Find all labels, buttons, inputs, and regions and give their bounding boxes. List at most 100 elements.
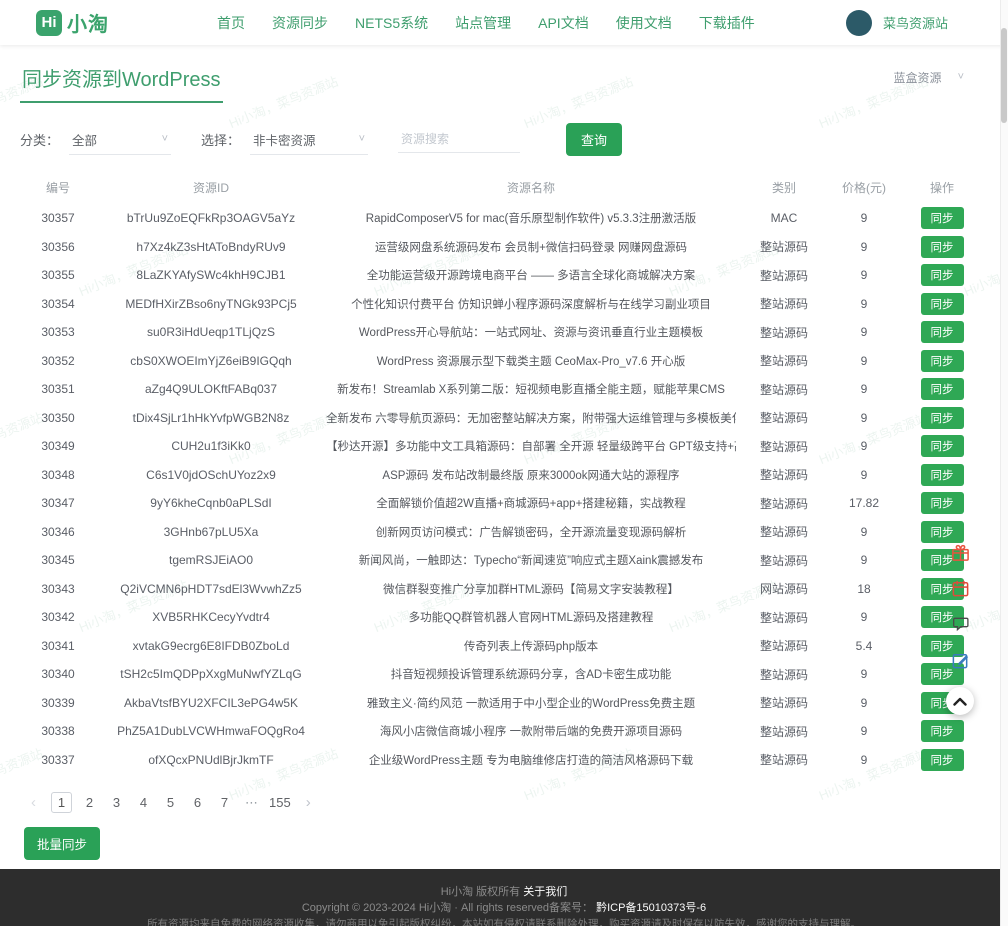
scrollbar[interactable] xyxy=(1000,0,1008,926)
cell-resource-id: tgemRSJEiAO0 xyxy=(96,546,326,575)
cell-resource-id: bTrUu9ZoEQFkRp3OAGV5aYz xyxy=(96,204,326,233)
sync-button[interactable]: 同步 xyxy=(921,435,964,457)
cell-resource-name: 全功能运营级开源跨境电商平台 —— 多语言全球化商城解决方案 xyxy=(326,261,736,290)
about-us-link[interactable]: 关于我们 xyxy=(523,886,567,898)
scrollbar-thumb[interactable] xyxy=(1001,28,1007,123)
cell-category: 整站源码 xyxy=(736,432,832,461)
next-page-button[interactable]: › xyxy=(299,793,318,813)
cell-resource-name: WordPress开心导航站：一站式网址、资源与资讯垂直行业主题模板 xyxy=(326,318,736,347)
category-select[interactable]: 全部 ˅ xyxy=(69,125,171,155)
search-input[interactable] xyxy=(398,126,520,153)
cell-category: 整站源码 xyxy=(736,717,832,746)
feedback-edit-icon[interactable] xyxy=(951,651,970,670)
page-button-2[interactable]: 2 xyxy=(80,793,99,813)
cell-number: 30342 xyxy=(20,603,96,632)
sync-button[interactable]: 同步 xyxy=(921,321,964,343)
column-header: 操作 xyxy=(896,170,988,204)
cell-resource-id: cbS0XWOEImYjZ6eiB9IGQqh xyxy=(96,347,326,376)
cell-number: 30346 xyxy=(20,518,96,547)
sync-button[interactable]: 同步 xyxy=(921,236,964,258)
page-button-6[interactable]: 6 xyxy=(188,793,207,813)
cell-number: 30345 xyxy=(20,546,96,575)
avatar[interactable] xyxy=(846,10,872,36)
icp-link[interactable]: 黔ICP备15010373号-6 xyxy=(596,902,706,914)
nav-item-3[interactable]: NETS5系统 xyxy=(355,13,428,33)
sync-button[interactable]: 同步 xyxy=(921,720,964,742)
logo-text: 小淘 xyxy=(67,8,109,37)
cell-price: 9 xyxy=(832,318,896,347)
cell-number: 30350 xyxy=(20,404,96,433)
sync-button[interactable]: 同步 xyxy=(921,293,964,315)
copyright-text: Copyright © 2023-2024 Hi小淘 · All rights … xyxy=(302,902,593,914)
cell-resource-id: tSH2c5ImQDPpXxgMuNwfYZLqG xyxy=(96,660,326,689)
nav-item-4[interactable]: 站点管理 xyxy=(455,13,511,33)
page-button-7[interactable]: 7 xyxy=(215,793,234,813)
sync-button[interactable]: 同步 xyxy=(921,407,964,429)
sync-button[interactable]: 同步 xyxy=(921,350,964,372)
cell-resource-name: 全面解锁价值超2W直播+商城源码+app+搭建秘籍，实战教程 xyxy=(326,489,736,518)
chevron-down-icon: ˅ xyxy=(162,134,168,145)
cell-resource-name: 企业级WordPress主题 专为电脑维修店打造的简洁风格源码下载 xyxy=(326,746,736,775)
column-header: 类别 xyxy=(736,170,832,204)
sync-button[interactable]: 同步 xyxy=(921,264,964,286)
cell-resource-name: 全新发布 六零导航页源码：无加密整站解决方案，附带强大运维管理与多模板美化 xyxy=(326,404,736,433)
table-row: 30351aZg4Q9ULOKftFABq037新发布！Streamlab X系… xyxy=(20,375,988,404)
logo[interactable]: Hi 小淘 xyxy=(36,8,109,37)
promo-gift-icon[interactable] xyxy=(951,543,970,562)
type-select-value: 非卡密资源 xyxy=(253,130,316,149)
sync-button[interactable]: 同步 xyxy=(921,464,964,486)
sync-button[interactable]: 同步 xyxy=(921,207,964,229)
nav-item-7[interactable]: 下载插件 xyxy=(699,13,755,33)
username[interactable]: 菜鸟资源站 xyxy=(883,13,948,32)
query-button[interactable]: 查询 xyxy=(566,123,622,156)
cell-number: 30338 xyxy=(20,717,96,746)
footer: Hi小淘 版权所有 关于我们 Copyright © 2023-2024 Hi小… xyxy=(0,869,1008,926)
cell-resource-id: 3GHnb67pLU5Xa xyxy=(96,518,326,547)
source-select[interactable]: 蓝盒资源 ˅ xyxy=(894,69,964,86)
nav-item-2[interactable]: 资源同步 xyxy=(272,13,328,33)
cell-price: 17.82 xyxy=(832,489,896,518)
filter-bar: 分类： 全部 ˅ 选择： 非卡密资源 ˅ 查询 xyxy=(20,123,988,156)
cell-resource-name: 微信群裂变推广分享加群HTML源码【简易文字安装教程】 xyxy=(326,575,736,604)
category-label: 分类： xyxy=(20,130,59,149)
cell-price: 18 xyxy=(832,575,896,604)
column-header: 资源名称 xyxy=(326,170,736,204)
comment-icon[interactable] xyxy=(951,615,970,634)
table-row: 303558LaZKYAfySWc4khH9CJB1全功能运营级开源跨境电商平台… xyxy=(20,261,988,290)
copyright-owner: Hi小淘 版权所有 xyxy=(441,886,520,898)
prev-page-button[interactable]: ‹ xyxy=(24,793,43,813)
sync-button[interactable]: 同步 xyxy=(921,749,964,771)
cell-action: 同步 xyxy=(896,290,988,319)
column-header: 资源ID xyxy=(96,170,326,204)
nav-item-5[interactable]: API文档 xyxy=(538,13,589,33)
cell-action: 同步 xyxy=(896,404,988,433)
table-row: 303479yY6kheCqnb0aPLSdI全面解锁价值超2W直播+商城源码+… xyxy=(20,489,988,518)
back-to-top-button[interactable] xyxy=(946,687,974,715)
cell-resource-name: 新闻风尚，一触即达：Typecho“新闻速览”响应式主题Xaink震撼发布 xyxy=(326,546,736,575)
cell-resource-name: RapidComposerV5 for mac(音乐原型制作软件) v5.3.3… xyxy=(326,204,736,233)
page-button-4[interactable]: 4 xyxy=(134,793,153,813)
cell-number: 30354 xyxy=(20,290,96,319)
page-button-155[interactable]: 155 xyxy=(269,793,291,813)
calendar-icon[interactable] xyxy=(951,579,970,598)
sync-button[interactable]: 同步 xyxy=(921,378,964,400)
chevron-down-icon: ˅ xyxy=(958,72,964,83)
batch-sync-button[interactable]: 批量同步 xyxy=(24,827,100,860)
page-button-1[interactable]: 1 xyxy=(51,792,72,813)
category-select-value: 全部 xyxy=(72,130,97,149)
sync-button[interactable]: 同步 xyxy=(921,492,964,514)
table-row: 30350tDix4SjLr1hHkYvfpWGB2N8z全新发布 六零导航页源… xyxy=(20,404,988,433)
page-button-5[interactable]: 5 xyxy=(161,793,180,813)
cell-price: 9 xyxy=(832,432,896,461)
cell-price: 5.4 xyxy=(832,632,896,661)
cell-action: 同步 xyxy=(896,432,988,461)
pagination-ellipsis: ⋯ xyxy=(242,793,261,813)
cell-resource-name: 运营级网盘系统源码发布 会员制+微信扫码登录 网赚网盘源码 xyxy=(326,233,736,262)
type-select[interactable]: 非卡密资源 ˅ xyxy=(250,125,368,155)
sync-button[interactable]: 同步 xyxy=(921,521,964,543)
cell-category: 网站源码 xyxy=(736,575,832,604)
nav-item-6[interactable]: 使用文档 xyxy=(616,13,672,33)
page-button-3[interactable]: 3 xyxy=(107,793,126,813)
cell-resource-name: 个性化知识付费平台 仿知识蝉小程序源码深度解析与在线学习副业项目 xyxy=(326,290,736,319)
nav-item-1[interactable]: 首页 xyxy=(217,13,245,33)
